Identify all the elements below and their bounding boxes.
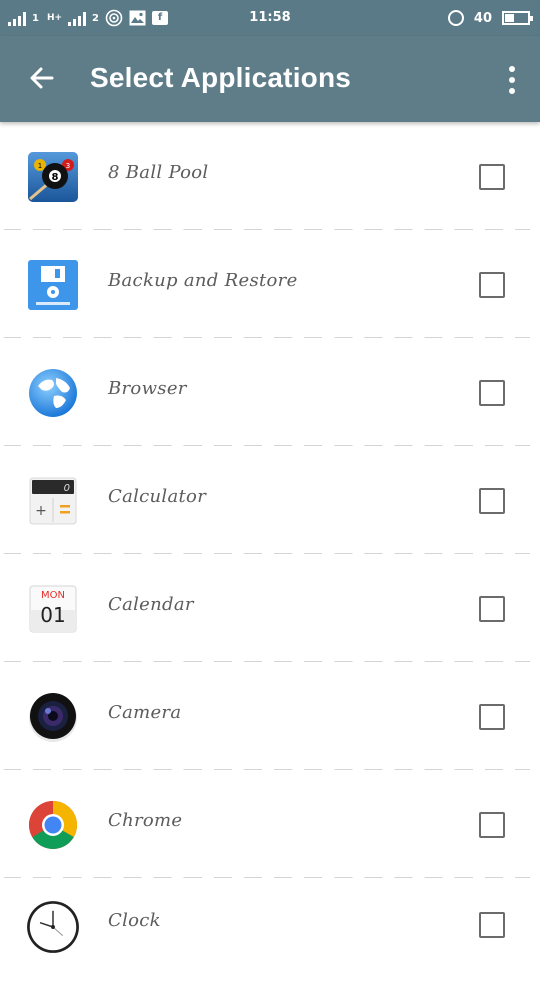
list-item[interactable]: Backup and Restore xyxy=(0,230,540,338)
list-item[interactable]: 0 + Calculator xyxy=(0,446,540,554)
app-checkbox[interactable] xyxy=(479,272,505,298)
app-checkbox[interactable] xyxy=(479,704,505,730)
camera-icon xyxy=(29,693,77,742)
app-checkbox[interactable] xyxy=(479,488,505,514)
clock-icon xyxy=(27,901,79,953)
browser-globe-icon xyxy=(29,369,77,417)
8-ball-pool-icon: 1 3 8 xyxy=(28,152,78,202)
page-title: Select Applications xyxy=(90,62,352,93)
app-checkbox[interactable] xyxy=(479,912,505,938)
app-bar: Select Applications xyxy=(0,36,540,122)
app-name: Browser xyxy=(108,378,187,399)
arrow-back-icon[interactable] xyxy=(26,62,58,94)
app-name: Chrome xyxy=(108,810,183,831)
list-item[interactable]: Browser xyxy=(0,338,540,446)
app-name: Calendar xyxy=(108,594,194,615)
status-right-group: 40 xyxy=(447,7,533,29)
chrome-icon xyxy=(28,801,78,850)
list-item[interactable]: Chrome xyxy=(0,770,540,878)
list-item[interactable]: Clock xyxy=(0,878,540,986)
app-name: 8 Ball Pool xyxy=(108,162,209,183)
backup-restore-icon xyxy=(28,260,78,310)
list-item[interactable]: MON 01 Calendar xyxy=(0,554,540,662)
app-name: Camera xyxy=(108,702,182,723)
list-item[interactable]: Camera xyxy=(0,662,540,770)
list-item[interactable]: 1 3 8 8 Ball Pool xyxy=(0,122,540,230)
app-name: Backup and Restore xyxy=(108,270,298,291)
battery-percent: 40 xyxy=(473,10,492,26)
app-name: Calculator xyxy=(108,486,207,507)
svg-text:01: 01 xyxy=(40,603,65,627)
app-checkbox[interactable] xyxy=(479,596,505,622)
status-bar: 1 H+ 2 f 11:58 40 xyxy=(0,0,540,36)
svg-text:8: 8 xyxy=(52,172,59,183)
svg-text:3: 3 xyxy=(66,162,70,170)
app-checkbox[interactable] xyxy=(479,812,505,838)
calendar-icon: MON 01 xyxy=(29,585,77,633)
calculator-icon: 0 + xyxy=(29,477,77,525)
more-vert-icon[interactable] xyxy=(508,66,516,94)
app-name: Clock xyxy=(108,910,161,931)
app-list: 1 3 8 8 Ball Pool Backup and Restore Bro… xyxy=(0,122,540,986)
svg-text:+: + xyxy=(35,503,47,519)
svg-text:0: 0 xyxy=(64,483,70,494)
battery-icon xyxy=(502,11,533,25)
alarm-clock-icon xyxy=(447,10,464,26)
svg-text:MON: MON xyxy=(41,590,65,601)
app-checkbox[interactable] xyxy=(479,380,505,406)
svg-text:1: 1 xyxy=(38,162,42,170)
app-checkbox[interactable] xyxy=(479,164,505,190)
